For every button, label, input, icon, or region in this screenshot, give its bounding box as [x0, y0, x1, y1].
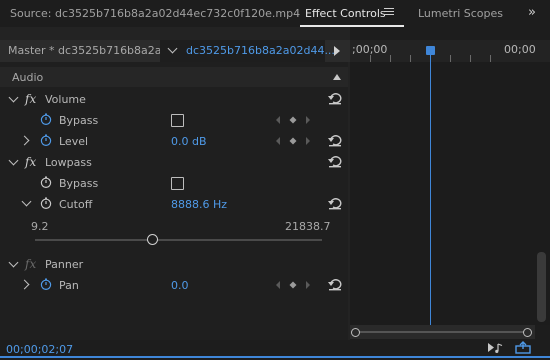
- ruler-time-end: 00;00: [504, 43, 536, 56]
- master-clip-selector[interactable]: Master * dc3525b716b8a2a...: [8, 44, 172, 57]
- property-row-bypass: Bypass: [0, 173, 348, 194]
- cutoff-slider-labels: 9.2 21838.7: [0, 220, 348, 234]
- ruler-tick: [410, 55, 411, 62]
- overflow-icon[interactable]: »: [528, 5, 536, 20]
- fx-icon[interactable]: fx: [25, 257, 36, 271]
- slider-max-label: 21838.7: [285, 220, 331, 233]
- stopwatch-icon[interactable]: [40, 278, 52, 290]
- time-ruler[interactable]: ;00;00 00;00: [350, 40, 550, 62]
- effect-row-volume: fx Volume: [0, 89, 348, 110]
- bypass-checkbox[interactable]: [171, 177, 184, 190]
- current-timecode[interactable]: 00;00;02;07: [6, 343, 73, 356]
- tab-effect-controls[interactable]: Effect Controls: [305, 7, 386, 20]
- cutoff-slider-track[interactable]: [35, 239, 322, 241]
- keyframe-navigator[interactable]: [276, 136, 312, 146]
- effect-controls-panel: Audio fx Volume Bypass Level 0.0 dB fx L…: [0, 62, 348, 340]
- play-audio-icon[interactable]: [487, 342, 505, 354]
- chevron-down-icon[interactable]: [8, 257, 19, 268]
- ruler-tick: [370, 55, 371, 62]
- property-row-bypass: Bypass: [0, 110, 348, 131]
- stopwatch-icon[interactable]: [40, 197, 52, 209]
- sequence-clip-label: dc3525b716b8a2a02d44...: [186, 44, 335, 57]
- scroll-left-handle[interactable]: [351, 328, 360, 337]
- effect-name: Panner: [45, 258, 84, 271]
- property-label: Pan: [59, 279, 79, 292]
- play-icon[interactable]: [334, 46, 340, 56]
- audio-section-header: Audio: [0, 67, 348, 87]
- reset-icon[interactable]: [327, 196, 343, 210]
- timeline-zoom-scrollbar[interactable]: [350, 325, 535, 339]
- property-row-cutoff: Cutoff 8888.6 Hz: [0, 194, 348, 215]
- ruler-tick: [450, 55, 451, 62]
- bypass-checkbox[interactable]: [171, 114, 184, 127]
- ruler-tick: [390, 55, 391, 62]
- status-accent-line: [0, 356, 550, 358]
- reset-icon[interactable]: [327, 91, 343, 105]
- scroll-right-handle[interactable]: [523, 328, 532, 337]
- keyframe-navigator[interactable]: [276, 280, 312, 290]
- property-row-pan: Pan 0.0: [0, 275, 348, 296]
- pan-value[interactable]: 0.0: [171, 279, 189, 292]
- property-label: Bypass: [59, 177, 99, 190]
- property-label: Cutoff: [59, 198, 93, 211]
- chevron-down-icon[interactable]: [21, 196, 32, 207]
- clip-selector-bar: Master * dc3525b716b8a2a... dc3525b716b8…: [0, 40, 350, 62]
- chevron-down-icon[interactable]: [8, 92, 19, 103]
- export-icon[interactable]: [515, 341, 531, 354]
- reset-icon[interactable]: [327, 154, 343, 168]
- effect-name: Lowpass: [45, 156, 92, 169]
- level-value[interactable]: 0.0 dB: [171, 135, 207, 148]
- cutoff-slider-thumb[interactable]: [146, 234, 158, 245]
- audio-section-label: Audio: [12, 71, 44, 84]
- sequence-clip-tab[interactable]: dc3525b716b8a2a02d44...: [160, 40, 335, 62]
- timeline-track-area[interactable]: [350, 62, 550, 325]
- tab-lumetri-scopes[interactable]: Lumetri Scopes: [418, 7, 503, 20]
- property-label: Bypass: [59, 114, 99, 127]
- keyframe-timeline: ;00;00 00;00: [350, 27, 550, 340]
- effect-row-lowpass: fx Lowpass: [0, 152, 348, 173]
- playhead-handle[interactable]: [426, 46, 435, 55]
- scrollbar-track: [354, 331, 527, 333]
- cutoff-value[interactable]: 8888.6 Hz: [171, 198, 227, 211]
- fx-icon[interactable]: fx: [25, 155, 36, 169]
- chevron-right-icon[interactable]: [19, 135, 30, 146]
- collapse-up-icon[interactable]: [333, 74, 341, 80]
- vertical-scrollbar[interactable]: [537, 252, 546, 322]
- stopwatch-icon[interactable]: [40, 113, 52, 125]
- stopwatch-icon[interactable]: [40, 134, 52, 146]
- reset-icon[interactable]: [327, 277, 343, 291]
- effect-row-panner: fx Panner: [0, 254, 348, 275]
- panel-menu-icon[interactable]: [384, 8, 394, 16]
- chevron-right-icon[interactable]: [19, 279, 30, 290]
- playhead-line[interactable]: [430, 52, 431, 325]
- tab-source[interactable]: Source: dc3525b716b8a2a02d44ec732c0f120e…: [10, 7, 300, 20]
- property-row-level: Level 0.0 dB: [0, 131, 348, 152]
- status-bar: 00;00;02;07: [0, 340, 550, 360]
- slider-min-label: 9.2: [31, 220, 49, 233]
- reset-icon[interactable]: [327, 133, 343, 147]
- ruler-tick: [470, 55, 471, 62]
- effect-name: Volume: [45, 93, 86, 106]
- stopwatch-icon[interactable]: [40, 176, 52, 188]
- property-label: Level: [59, 135, 89, 148]
- chevron-down-icon[interactable]: [167, 43, 178, 54]
- panel-tab-bar: Source: dc3525b716b8a2a02d44ec732c0f120e…: [0, 0, 550, 27]
- keyframe-navigator[interactable]: [276, 115, 312, 125]
- fx-icon[interactable]: fx: [25, 92, 36, 106]
- ruler-tick: [490, 55, 491, 62]
- chevron-down-icon[interactable]: [8, 155, 19, 166]
